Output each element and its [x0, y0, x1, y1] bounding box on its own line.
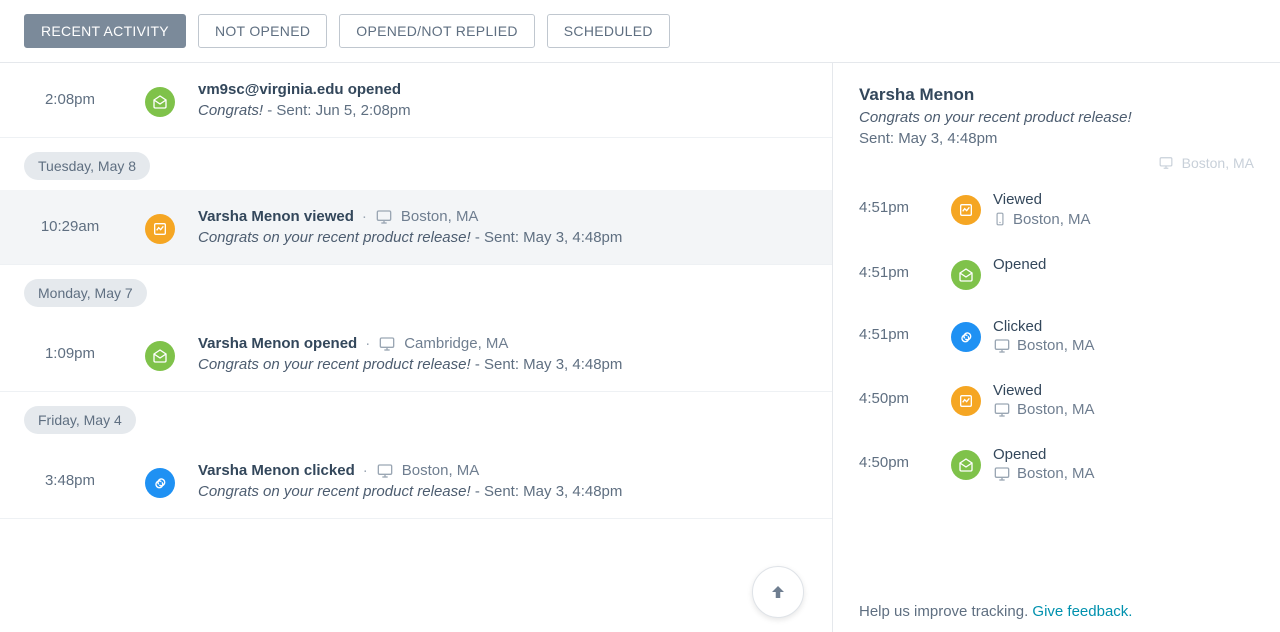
- detail-event-action: Opened: [993, 446, 1254, 463]
- detail-event-row: 4:51pm Viewed Boston, MA: [859, 179, 1254, 244]
- mobile-icon: [993, 210, 1007, 228]
- opened-icon: [145, 87, 175, 117]
- detail-event-location: Boston, MA: [1013, 211, 1091, 228]
- tabs-bar: RECENT ACTIVITY NOT OPENED OPENED/NOT REPL…: [0, 0, 1280, 63]
- monitor-icon: [993, 338, 1011, 354]
- detail-panel: Varsha Menon Congrats on your recent pro…: [833, 63, 1280, 632]
- scroll-to-top-button[interactable]: [752, 566, 804, 618]
- opened-icon: [951, 450, 981, 480]
- main-container: 2:08pm vm9sc@virginia.edu opened Congrats…: [0, 63, 1280, 632]
- detail-event-row: 4:50pm Opened Boston, MA: [859, 434, 1254, 498]
- activity-sent: - Sent: Jun 5, 2:08pm: [267, 102, 410, 119]
- activity-location: Boston, MA: [402, 462, 480, 479]
- detail-event-row: 4:51pm Clicked Boston, MA: [859, 306, 1254, 370]
- detail-event-location: Boston, MA: [1017, 401, 1095, 418]
- feedback-link[interactable]: Give feedback.: [1032, 603, 1132, 620]
- tab-not-opened[interactable]: NOT OPENED: [198, 14, 327, 48]
- activity-sent: - Sent: May 3, 4:48pm: [475, 356, 623, 373]
- activity-subject: Congrats on your recent product release!: [198, 229, 471, 246]
- detail-cutoff-row: Boston, MA: [859, 155, 1254, 171]
- separator-dot: ·: [363, 462, 368, 479]
- activity-time: 10:29am: [0, 208, 140, 235]
- viewed-icon: [145, 214, 175, 244]
- activity-actor-action: Varsha Menon viewed: [198, 208, 354, 225]
- detail-subject: Congrats on your recent product release!: [859, 109, 1254, 126]
- activity-time: 2:08pm: [0, 81, 140, 108]
- activity-actor-action: Varsha Menon opened: [198, 335, 357, 352]
- detail-event-action: Viewed: [993, 382, 1254, 399]
- activity-subject: Congrats on your recent product release!: [198, 483, 471, 500]
- date-separator: Monday, May 7: [0, 265, 832, 317]
- separator-dot: ·: [362, 208, 367, 225]
- detail-events: 4:51pmViewedBoston, MA4:51pmOpened4:51pm…: [859, 179, 1254, 498]
- detail-event-action: Clicked: [993, 318, 1254, 335]
- monitor-icon: [993, 402, 1011, 418]
- viewed-icon: [951, 195, 981, 225]
- activity-sent: - Sent: May 3, 4:48pm: [475, 229, 623, 246]
- detail-event-time: 4:51pm: [859, 256, 945, 281]
- monitor-icon: [376, 463, 394, 479]
- activity-actor-action: vm9sc@virginia.edu opened: [198, 81, 401, 98]
- activity-sent: - Sent: May 3, 4:48pm: [475, 483, 623, 500]
- viewed-icon: [951, 386, 981, 416]
- date-separator: Tuesday, May 8: [0, 138, 832, 190]
- date-separator: Friday, May 4: [0, 392, 832, 444]
- activity-location: Boston, MA: [401, 208, 479, 225]
- opened-icon: [145, 341, 175, 371]
- detail-event-time: 4:51pm: [859, 191, 945, 216]
- clicked-icon: [951, 322, 981, 352]
- detail-sent: Sent: May 3, 4:48pm: [859, 130, 1254, 147]
- separator-dot: ·: [365, 335, 370, 352]
- activity-list: 2:08pm vm9sc@virginia.edu opened Congrats…: [0, 63, 833, 632]
- activity-subject: Congrats on your recent product release!: [198, 356, 471, 373]
- detail-event-time: 4:50pm: [859, 446, 945, 471]
- detail-event-time: 4:50pm: [859, 382, 945, 407]
- feedback-prompt: Help us improve tracking. Give feedback.: [859, 603, 1132, 620]
- detail-event-row: 4:50pm Viewed Boston, MA: [859, 370, 1254, 434]
- date-pill: Friday, May 4: [24, 406, 136, 434]
- detail-event-location: Boston, MA: [1017, 337, 1095, 354]
- activity-time: 3:48pm: [0, 462, 140, 489]
- monitor-icon: [375, 209, 393, 225]
- monitor-icon: [1158, 156, 1174, 170]
- feedback-text: Help us improve tracking.: [859, 603, 1032, 620]
- monitor-icon: [378, 336, 396, 352]
- detail-event-time: 4:51pm: [859, 318, 945, 343]
- detail-event-row: 4:51pm Opened: [859, 244, 1254, 306]
- detail-event-location: Boston, MA: [1017, 465, 1095, 482]
- detail-cutoff-location: Boston, MA: [1182, 155, 1254, 171]
- detail-event-action: Viewed: [993, 191, 1254, 208]
- activity-subject: Congrats!: [198, 102, 263, 119]
- tab-scheduled[interactable]: SCHEDULED: [547, 14, 670, 48]
- date-pill: Tuesday, May 8: [24, 152, 150, 180]
- tab-recent-activity[interactable]: RECENT ACTIVITY: [24, 14, 186, 48]
- activity-row[interactable]: 1:09pm Varsha Menon opened · Cambridge, M…: [0, 317, 832, 392]
- clicked-icon: [145, 468, 175, 498]
- detail-event-action: Opened: [993, 256, 1254, 273]
- activity-location: Cambridge, MA: [404, 335, 508, 352]
- monitor-icon: [993, 466, 1011, 482]
- opened-icon: [951, 260, 981, 290]
- tab-opened-not-replied[interactable]: OPENED/NOT REPLIED: [339, 14, 535, 48]
- activity-row[interactable]: 2:08pm vm9sc@virginia.edu opened Congrats…: [0, 63, 832, 138]
- detail-contact-name: Varsha Menon: [859, 85, 1254, 105]
- activity-actor-action: Varsha Menon clicked: [198, 462, 355, 479]
- date-pill: Monday, May 7: [24, 279, 147, 307]
- activity-row[interactable]: 10:29am Varsha Menon viewed · Boston, MA C…: [0, 190, 832, 265]
- activity-time: 1:09pm: [0, 335, 140, 362]
- activity-row[interactable]: 3:48pm Varsha Menon clicked · Boston, MA C…: [0, 444, 832, 519]
